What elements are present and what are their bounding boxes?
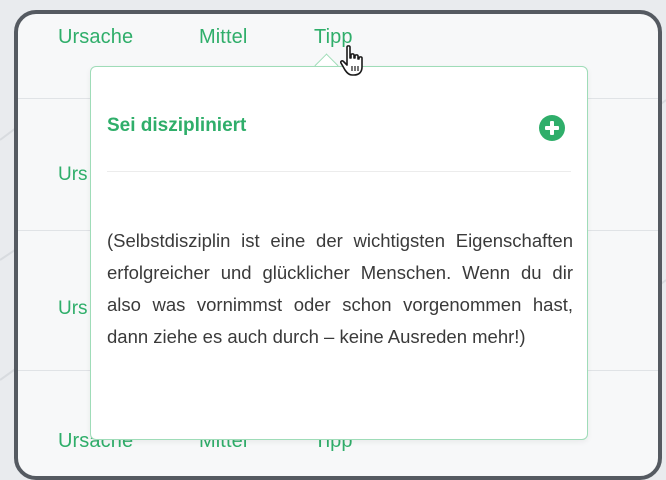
hand-pointer-icon bbox=[339, 45, 363, 76]
tip-popover: Sei diszipliniert (Selbstdisziplin ist e… bbox=[90, 66, 588, 440]
row-label-cause[interactable]: Urs bbox=[58, 298, 88, 320]
tab-means[interactable]: Mittel bbox=[199, 26, 247, 49]
tab-cause[interactable]: Ursache bbox=[58, 26, 133, 49]
popover-divider bbox=[107, 171, 571, 172]
row-label-cause[interactable]: Urs bbox=[58, 164, 88, 186]
plus-circle-icon[interactable] bbox=[539, 115, 565, 141]
popover-title: Sei diszipliniert bbox=[107, 115, 247, 136]
popover-body-text: (Selbstdisziplin ist eine der wichtigste… bbox=[107, 230, 573, 347]
